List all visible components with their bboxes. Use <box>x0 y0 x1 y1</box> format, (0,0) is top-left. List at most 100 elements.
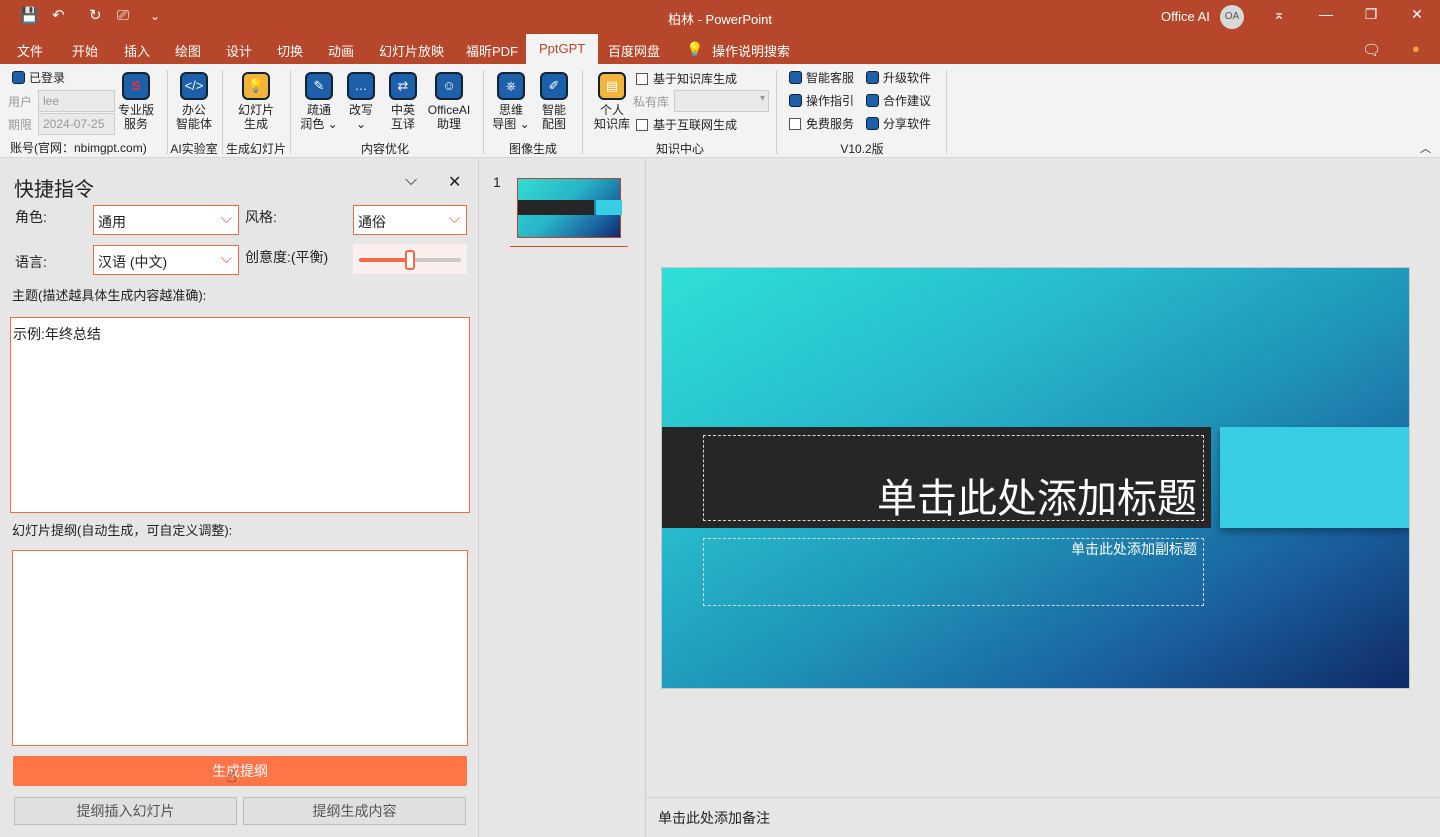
language-select[interactable]: 汉语 (中文) ⌵ <box>93 245 239 275</box>
role-select[interactable]: 通用 ⌵ <box>93 205 239 235</box>
slider-fill <box>359 258 410 262</box>
share-icon <box>866 117 879 130</box>
personal-kb-button[interactable]: ▤ 个人 知识库 <box>591 72 633 131</box>
upgrade-icon <box>866 71 879 84</box>
free-service-checkbox[interactable]: 免费服务 <box>789 117 854 131</box>
group-content: 内容优化 <box>360 142 409 156</box>
minimize-button[interactable]: — <box>1316 6 1336 22</box>
generate-outline-button[interactable]: 生成提纲 <box>13 756 467 786</box>
tab-file[interactable]: 文件 <box>17 41 43 60</box>
tab-animations[interactable]: 动画 <box>328 41 354 60</box>
notes-pane[interactable]: 单击此处添加备注 <box>647 797 1440 837</box>
thumb-title-band <box>518 200 594 215</box>
tab-foxit-pdf[interactable]: 福昕PDF <box>466 41 518 60</box>
tab-baidu-netdisk[interactable]: 百度网盘 <box>608 41 660 60</box>
support-button[interactable]: 智能客服 <box>789 71 854 85</box>
private-lib-label: 私有库 <box>633 95 670 109</box>
tab-home[interactable]: 开始 <box>72 41 98 60</box>
title-placeholder-text: 单击此处添加标题 <box>877 476 1197 522</box>
tab-pptgpt[interactable]: PptGPT <box>526 34 599 64</box>
role-label: 角色: <box>15 209 47 225</box>
insert-outline-button[interactable]: 提纲插入幻灯片 <box>14 797 237 825</box>
office-agent-button[interactable]: </> 办公 智能体 <box>172 72 216 131</box>
expiry-label: 期限 <box>8 118 33 132</box>
ribbon-display-icon[interactable]: ⌅ <box>1269 6 1289 23</box>
title-bar: 💾 ↶ ↻ ⎚ ⌄ 柏林 - PowerPoint Office AI OA ⌅… <box>0 0 1440 34</box>
comments-icon[interactable]: 🗨 <box>1362 41 1381 59</box>
paintbrush-icon: ✐ <box>540 72 568 100</box>
compass-icon <box>789 94 802 107</box>
translate-button[interactable]: ⇄ 中英 互译 <box>386 72 420 131</box>
tab-design[interactable]: 设计 <box>226 41 252 60</box>
creativity-slider[interactable] <box>353 244 467 274</box>
slide-thumbnail[interactable] <box>517 178 622 238</box>
close-icon[interactable]: ✕ <box>448 172 461 192</box>
ribbon-tabs: 文件 开始 插入 绘图 设计 切换 动画 幻灯片放映 福昕PDF PptGPT … <box>0 34 1440 64</box>
creativity-label: 创意度:(平衡) <box>245 249 329 265</box>
handshake-icon <box>866 94 879 107</box>
outline-textarea[interactable] <box>12 550 468 746</box>
assistant-button[interactable]: ☺ OfficeAI 助理 <box>424 72 474 131</box>
accent-block <box>1220 427 1409 528</box>
subtitle-placeholder[interactable]: 单击此处添加副标题 <box>703 538 1204 606</box>
hand-cursor-icon: ☝ <box>226 766 237 786</box>
tab-transitions[interactable]: 切换 <box>277 41 303 60</box>
tab-draw[interactable]: 绘图 <box>175 41 201 60</box>
private-lib-select[interactable]: ▾ <box>674 90 769 112</box>
divider <box>776 70 777 154</box>
mindmap-button[interactable]: ⎈ 思维 导图 ⌄ <box>490 72 532 131</box>
thumb-accent <box>596 200 622 215</box>
tab-insert[interactable]: 插入 <box>124 41 150 60</box>
topic-textarea[interactable]: 示例:年终总结 <box>10 317 470 513</box>
login-status: 已登录 <box>12 71 65 85</box>
account-link[interactable]: 账号(官网：nbimgpt.com) <box>10 141 147 155</box>
slide-canvas[interactable]: 单击此处添加标题 单击此处添加副标题 <box>661 267 1410 689</box>
checkbox-icon <box>636 119 648 131</box>
notification-dot-icon: ● <box>1412 41 1420 56</box>
style-select[interactable]: 通俗 ⌵ <box>353 205 467 235</box>
office-ai-label[interactable]: Office AI <box>1161 9 1210 24</box>
collapse-ribbon-icon[interactable]: ︿ <box>1420 142 1431 156</box>
close-button[interactable]: ✕ <box>1407 6 1427 23</box>
pro-service-button[interactable]: S 专业版 服务 <box>115 72 157 131</box>
restore-button[interactable]: ❐ <box>1361 6 1381 23</box>
title-placeholder[interactable]: 单击此处添加标题 <box>703 435 1204 522</box>
kb-gen-checkbox[interactable]: 基于知识库生成 <box>636 72 737 86</box>
divider <box>290 70 291 154</box>
folder-icon: ▤ <box>598 72 626 100</box>
avatar[interactable]: OA <box>1220 5 1244 29</box>
guide-button[interactable]: 操作指引 <box>789 94 854 108</box>
tell-me-search[interactable]: 操作说明搜索 <box>712 41 790 60</box>
tab-slideshow[interactable]: 幻灯片放映 <box>379 41 444 60</box>
divider <box>167 70 168 154</box>
login-icon <box>12 71 25 84</box>
polish-button[interactable]: ✎ 疏通 润色 ⌄ <box>298 72 340 131</box>
divider <box>582 70 583 154</box>
divider <box>946 70 947 154</box>
ribbon: 已登录 用户 lee 期限 2024-07-25 账号(官网：nbimgpt.c… <box>0 64 1440 158</box>
chevron-down-icon[interactable]: ⌵ <box>405 172 417 190</box>
rewrite-button[interactable]: … 改写 ⌄ <box>344 72 378 131</box>
checkbox-icon <box>789 118 801 130</box>
suggest-button[interactable]: 合作建议 <box>866 94 931 108</box>
smart-image-button[interactable]: ✐ 智能 配图 <box>537 72 571 131</box>
thumbnail-selection-line <box>510 246 628 247</box>
generate-content-button[interactable]: 提纲生成内容 <box>243 797 466 825</box>
chevron-down-icon: ⌵ <box>220 250 232 267</box>
chat-icon: … <box>347 72 375 100</box>
share-button[interactable]: 分享软件 <box>866 117 931 131</box>
group-knowledge: 知识中心 <box>655 142 704 156</box>
web-gen-checkbox[interactable]: 基于互联网生成 <box>636 118 737 132</box>
robot-icon: ☺ <box>435 72 463 100</box>
group-slide-gen: 生成幻灯片 <box>225 142 286 156</box>
lightbulb-icon: 💡 <box>242 72 270 100</box>
user-field[interactable]: lee <box>38 90 115 112</box>
slider-thumb[interactable] <box>405 250 415 270</box>
headset-icon <box>789 71 802 84</box>
slide-thumbnail-pane: 1 <box>480 159 646 837</box>
upgrade-button[interactable]: 升级软件 <box>866 71 931 85</box>
slide-gen-button[interactable]: 💡 幻灯片 生成 <box>232 72 280 131</box>
expiry-field[interactable]: 2024-07-25 <box>38 113 115 135</box>
chevron-down-icon: ⌵ <box>220 210 232 227</box>
slide-number: 1 <box>493 174 501 190</box>
